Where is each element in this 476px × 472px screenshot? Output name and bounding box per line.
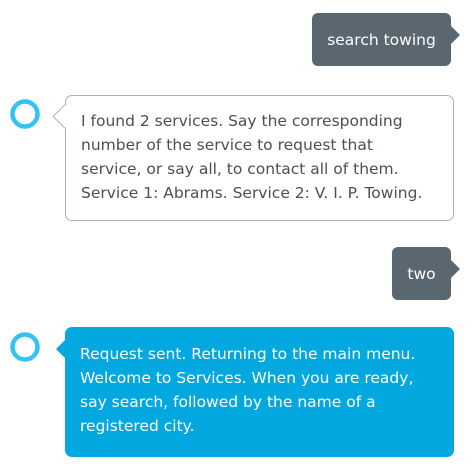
alexa-ring-icon (10, 332, 40, 362)
user-message-bubble: two (392, 247, 460, 300)
alexa-ring-icon (10, 99, 40, 129)
user-message-bubble: search towing (312, 13, 460, 66)
assistant-message-bubble: I found 2 services. Say the correspondin… (65, 95, 454, 221)
assistant-message-bubble: Request sent. Returning to the main menu… (56, 327, 454, 457)
